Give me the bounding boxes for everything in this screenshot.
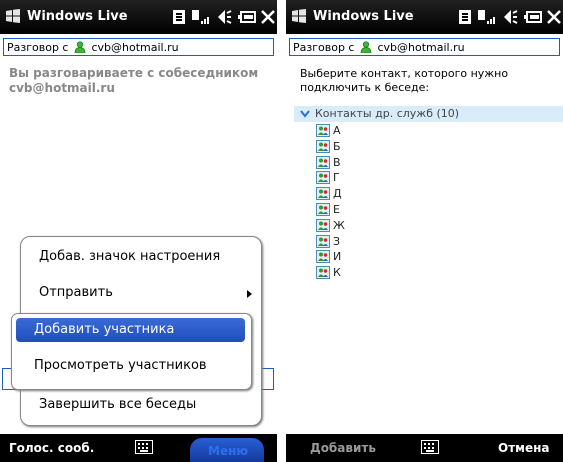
contact-icon xyxy=(316,171,330,185)
contact-icon xyxy=(316,234,330,248)
contact-icon xyxy=(316,250,330,264)
menu-item-add-emoticon[interactable]: Добав. значок настроения xyxy=(39,249,220,264)
app-title: Windows Live xyxy=(27,9,128,24)
contact-name: Д xyxy=(333,187,342,201)
submenu-item-add-participant[interactable]: Добавить участника xyxy=(34,322,174,337)
keyboard-icon[interactable] xyxy=(135,440,153,454)
contact-icon xyxy=(316,203,330,216)
contact-icon xyxy=(316,124,330,137)
conversation-prefix: Разговор с xyxy=(293,41,355,54)
contact-name: Ж xyxy=(333,218,345,232)
data-connection-icon xyxy=(459,10,471,24)
contact-icon xyxy=(316,218,330,232)
contact-name: Е xyxy=(333,203,340,216)
contact-group-header[interactable]: Контакты др. служб (10) xyxy=(294,106,563,122)
softkey-add[interactable]: Добавить xyxy=(310,441,376,455)
close-icon[interactable] xyxy=(260,8,276,26)
contact-name: Б xyxy=(333,139,341,153)
submenu-arrow-icon xyxy=(247,290,252,298)
conversation-message: Вы разговариваете с собеседником cvb@hot… xyxy=(9,66,259,95)
contact-name: К xyxy=(333,266,341,280)
softkey-voice-message[interactable]: Голос. сооб. xyxy=(9,441,94,455)
keyboard-icon[interactable] xyxy=(421,440,439,454)
battery-icon xyxy=(524,11,542,23)
close-icon[interactable] xyxy=(546,8,562,26)
conversation-email: cvb@hotmail.ru xyxy=(377,41,465,54)
conversation-bar[interactable]: Разговор с cvb@hotmail.ru xyxy=(3,38,274,56)
contact-name: З xyxy=(333,234,341,248)
select-contact-prompt: Выберите контакт, которого нужно подключ… xyxy=(300,67,509,94)
speaker-icon xyxy=(504,10,518,24)
screen-divider xyxy=(277,0,286,462)
right-screen: Windows Live Разговор с cvb@hotmail.ru В… xyxy=(286,0,563,462)
signal-icon xyxy=(192,10,209,24)
data-connection-icon xyxy=(173,10,185,24)
conversation-email: cvb@hotmail.ru xyxy=(91,41,179,54)
windows-flag-icon[interactable] xyxy=(6,9,20,23)
contact-icon xyxy=(316,155,330,169)
windows-flag-icon[interactable] xyxy=(292,9,306,23)
contact-icon xyxy=(316,187,330,201)
contact-name: Г xyxy=(333,171,340,185)
softkey-cancel[interactable]: Отмена xyxy=(498,441,550,455)
submenu: Добавить участника Просмотреть участнико… xyxy=(11,313,252,390)
contact-name: А xyxy=(333,124,341,137)
app-title: Windows Live xyxy=(313,9,414,24)
submenu-item-view-participants[interactable]: Просмотреть участников xyxy=(34,358,207,373)
title-bar: Windows Live xyxy=(286,0,563,34)
speaker-icon xyxy=(218,10,232,24)
contact-icon xyxy=(316,266,330,280)
chevron-down-icon xyxy=(300,110,310,118)
softkey-menu[interactable]: Меню xyxy=(208,444,248,458)
conversation-prefix: Разговор с xyxy=(7,41,69,54)
conversation-bar[interactable]: Разговор с cvb@hotmail.ru xyxy=(289,38,560,56)
buddy-icon xyxy=(360,41,372,53)
buddy-icon xyxy=(74,41,86,53)
contact-name: И xyxy=(333,250,342,264)
menu-item-send[interactable]: Отправить xyxy=(39,285,113,300)
title-bar: Windows Live xyxy=(0,0,277,34)
menu-item-end-all-conversations[interactable]: Завершить все беседы xyxy=(39,397,196,412)
contact-name: В xyxy=(333,155,341,169)
battery-icon xyxy=(238,11,256,23)
contact-group-label: Контакты др. служб (10) xyxy=(315,107,460,120)
signal-icon xyxy=(478,10,495,24)
softkey-bar: Добавить Отмена xyxy=(286,434,563,462)
contact-icon xyxy=(316,139,330,153)
left-screen: Windows Live Разговор с cvb@hotmail.ru В… xyxy=(0,0,277,462)
